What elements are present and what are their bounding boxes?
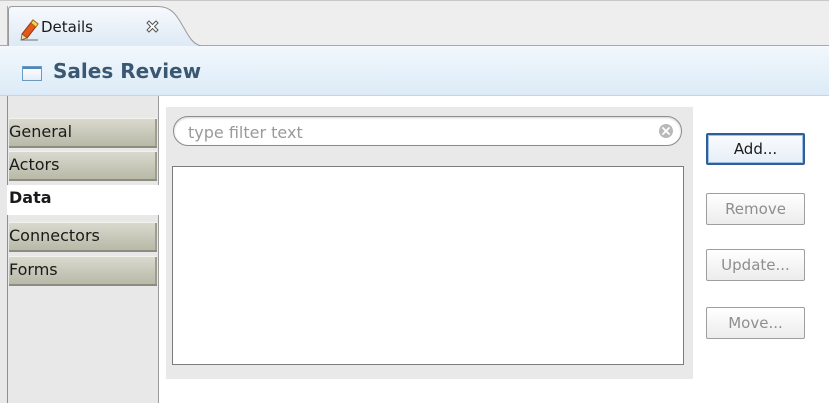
sidebar-left-border [7,96,8,403]
window-icon [22,66,42,81]
editor-tab-strip: Details [0,0,829,47]
sidebar-item-forms[interactable]: Forms [9,256,157,286]
add-button[interactable]: Add... [706,133,805,165]
filter-field[interactable] [173,116,682,146]
sidebar-item-label: Connectors [9,226,100,245]
page-title: Sales Review [53,59,202,83]
move-button[interactable]: Move... [706,307,805,339]
form-header: Sales Review [0,46,829,96]
sidebar-item-label: Data [9,188,52,207]
sidebar-item-label: Forms [9,260,58,279]
pencil-icon [20,19,39,41]
sidebar: General Actors Data Connectors Forms [0,96,159,403]
sidebar-item-general[interactable]: General [9,118,157,148]
sidebar-item-label: General [9,122,73,141]
update-button[interactable]: Update... [706,249,805,281]
sidebar-item-connectors[interactable]: Connectors [9,222,157,252]
sidebar-item-label: Actors [9,155,60,174]
sidebar-item-data[interactable]: Data [7,185,159,215]
close-x-icon[interactable] [145,19,160,34]
tab-strip-border [0,0,829,1]
tab-details[interactable]: Details [8,6,201,47]
tab-details-label: Details [41,18,94,36]
sidebar-item-actors[interactable]: Actors [9,151,157,181]
clear-filter-icon[interactable] [658,123,674,139]
data-list[interactable] [172,166,684,365]
remove-button[interactable]: Remove [706,193,805,225]
filter-input[interactable] [186,120,650,144]
